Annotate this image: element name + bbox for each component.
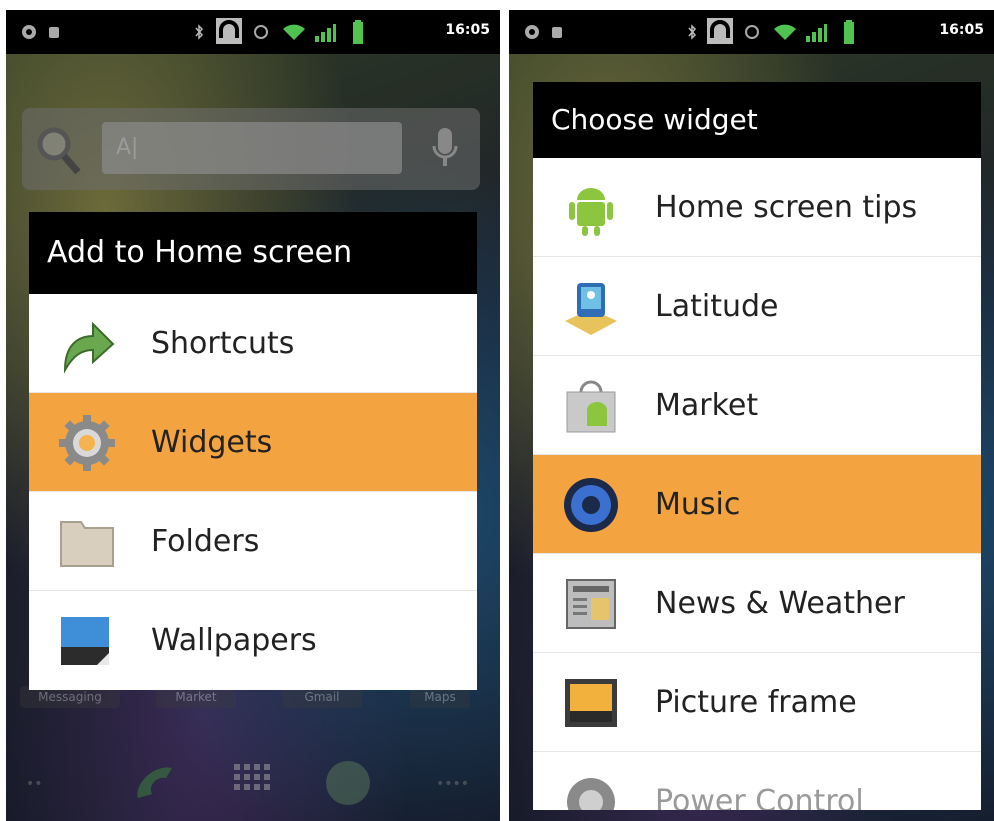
google-search-widget[interactable]: A| <box>22 108 480 190</box>
search-input[interactable]: A| <box>102 122 402 174</box>
menu-item-widgets[interactable]: Widgets <box>29 393 477 492</box>
menu-item-label: Folders <box>151 524 260 559</box>
status-time: 16:05 <box>445 22 490 38</box>
widget-item-picture-frame[interactable]: Picture frame <box>533 653 981 752</box>
usb-notification-icon <box>552 27 562 38</box>
wallpaper-icon <box>61 617 109 665</box>
widget-item-music[interactable]: Music <box>533 455 981 554</box>
menu-item-label: Wallpapers <box>151 623 317 658</box>
page-indicator-right-icon: •••• <box>436 776 470 792</box>
widget-item-label: Market <box>655 388 759 423</box>
menu-item-folders[interactable]: Folders <box>29 492 477 591</box>
menu-item-shortcuts[interactable]: Shortcuts <box>29 294 477 393</box>
widget-item-news-weather[interactable]: News & Weather <box>533 554 981 653</box>
gear-icon <box>59 415 115 471</box>
bluetooth-icon <box>688 24 697 40</box>
usb-notification-icon <box>49 27 59 38</box>
menu-item-label: Widgets <box>151 425 273 460</box>
widget-item-market[interactable]: Market <box>533 356 981 455</box>
widget-item-label: Power Control <box>655 784 864 810</box>
latitude-icon <box>565 283 617 335</box>
sync-icon <box>254 25 268 39</box>
picture-frame-icon <box>565 679 617 727</box>
dialog-title: Choose widget <box>533 82 981 158</box>
microphone-icon[interactable] <box>430 124 460 174</box>
widget-item-label: Latitude <box>655 289 779 324</box>
browser-globe-icon[interactable] <box>320 758 376 808</box>
wifi-icon <box>283 24 305 40</box>
power-control-icon <box>567 778 615 810</box>
folder-icon <box>60 521 114 567</box>
sync-icon <box>745 25 759 39</box>
settings-notification-icon <box>22 25 36 39</box>
widget-item-home-screen-tips[interactable]: Home screen tips <box>533 158 981 257</box>
widget-item-label: Picture frame <box>655 685 857 720</box>
status-bar: 16:05 <box>6 10 500 54</box>
newspaper-icon <box>566 579 616 629</box>
app-drawer-icon[interactable] <box>228 758 276 808</box>
add-to-home-screen-dialog: Add to Home screen Shortcuts Widgets Fol… <box>29 212 477 690</box>
signal-icon <box>315 24 336 42</box>
menu-item-label: Shortcuts <box>151 326 295 361</box>
widget-item-label: Music <box>655 487 741 522</box>
widget-item-label: News & Weather <box>655 586 905 621</box>
wifi-icon <box>774 24 796 40</box>
widget-item-label: Home screen tips <box>655 190 918 225</box>
status-bar: 16:05 <box>509 10 994 54</box>
right-phone-screen: 16:05 Choose widget Home screen tips Lat… <box>509 10 994 821</box>
speaker-icon <box>564 478 618 532</box>
choose-widget-dialog: Choose widget Home screen tips Latitude … <box>533 82 981 810</box>
bluetooth-icon <box>195 24 204 40</box>
settings-notification-icon <box>525 25 539 39</box>
widget-item-power-control[interactable]: Power Control <box>533 752 981 810</box>
status-time: 16:05 <box>939 22 984 38</box>
search-icon[interactable] <box>34 124 82 176</box>
battery-icon <box>844 20 854 44</box>
headset-icon <box>216 18 242 44</box>
phone-dialer-icon[interactable] <box>126 758 186 808</box>
market-bag-icon <box>566 380 616 433</box>
page-indicator-left-icon: •• <box>26 776 43 792</box>
android-icon <box>569 188 613 236</box>
signal-icon <box>806 24 827 42</box>
shortcut-arrow-icon <box>63 321 115 374</box>
widget-item-latitude[interactable]: Latitude <box>533 257 981 356</box>
menu-item-wallpapers[interactable]: Wallpapers <box>29 591 477 690</box>
dialog-title: Add to Home screen <box>29 212 477 294</box>
battery-icon <box>353 20 363 44</box>
left-phone-screen: 16:05 A| Messaging Market Gmail Maps •• … <box>6 10 500 821</box>
headset-icon <box>707 18 733 44</box>
